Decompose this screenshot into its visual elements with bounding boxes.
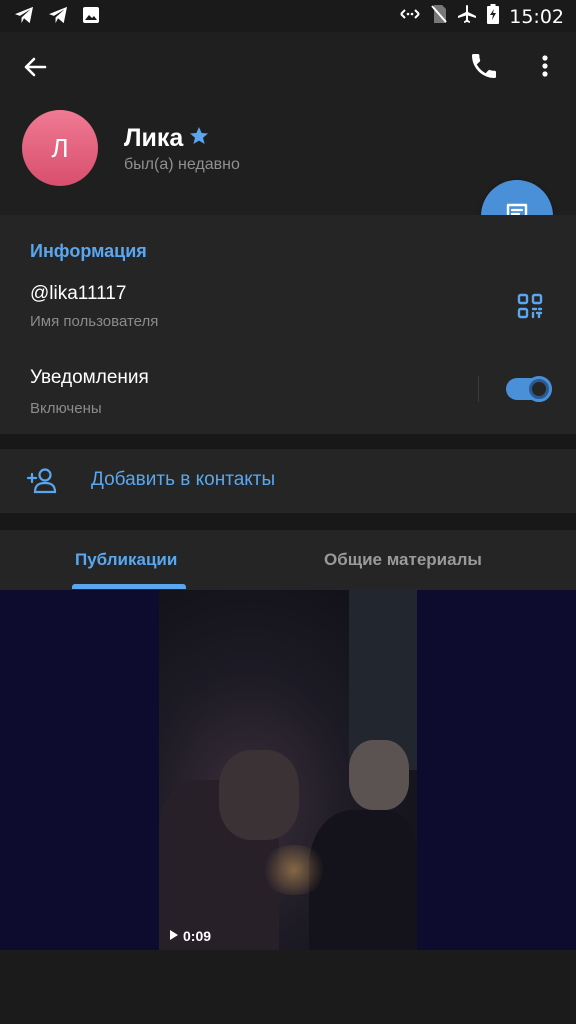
notifications-value: Включены xyxy=(30,400,102,417)
section-title: Информация xyxy=(30,241,147,261)
last-seen-status: был(а) недавно xyxy=(124,156,240,173)
qr-code-icon[interactable] xyxy=(517,293,543,319)
notifications-toggle[interactable] xyxy=(506,376,552,402)
back-arrow-icon[interactable] xyxy=(20,52,50,82)
username-value[interactable]: @lika11117 xyxy=(30,283,126,305)
info-section: Информация @lika11117 Имя пользователя У… xyxy=(0,215,576,434)
tab-publications[interactable]: Публикации xyxy=(75,550,177,570)
more-vertical-icon[interactable] xyxy=(530,50,560,82)
notification-icons xyxy=(14,6,100,29)
video-duration-badge: 0:09 xyxy=(169,928,211,944)
username-label: Имя пользователя xyxy=(30,313,159,330)
active-tab-indicator xyxy=(72,584,186,589)
name-row: Лика xyxy=(124,124,209,153)
star-icon xyxy=(189,126,209,151)
toggle-knob xyxy=(526,376,552,402)
play-icon xyxy=(169,928,179,944)
divider xyxy=(478,376,479,402)
system-icons: 15:02 xyxy=(399,4,564,29)
media-tabs: Публикации Общие материалы xyxy=(0,530,576,590)
add-person-icon xyxy=(26,465,58,497)
no-sim-icon xyxy=(431,4,447,29)
clock: 15:02 xyxy=(509,5,564,28)
telegram-icon xyxy=(48,6,68,29)
notifications-label[interactable]: Уведомления xyxy=(30,367,149,389)
battery-charging-icon xyxy=(487,4,500,29)
data-saver-icon xyxy=(399,6,421,27)
add-contact-row[interactable]: Добавить в контакты xyxy=(0,449,576,513)
video-scene-head-right xyxy=(349,740,409,810)
avatar[interactable]: Л xyxy=(22,110,98,186)
tab-shared-media[interactable]: Общие материалы xyxy=(324,550,482,570)
video-scene-candle-glow xyxy=(259,845,329,895)
status-bar: 15:02 xyxy=(0,0,576,32)
media-grid: 0:09 xyxy=(0,590,576,950)
contact-name: Лика xyxy=(124,124,184,152)
empty-area xyxy=(0,950,576,1024)
phone-icon[interactable] xyxy=(468,50,500,82)
image-icon xyxy=(82,6,100,29)
video-scene-head-left xyxy=(219,750,299,840)
telegram-icon xyxy=(14,6,34,29)
airplane-icon xyxy=(457,4,477,29)
video-thumbnail[interactable]: 0:09 xyxy=(159,590,417,950)
video-duration: 0:09 xyxy=(183,928,212,944)
profile-header: Л Лика был(а) недавно xyxy=(0,32,576,215)
add-contact-label[interactable]: Добавить в контакты xyxy=(91,469,275,491)
avatar-initial: Л xyxy=(51,132,69,163)
